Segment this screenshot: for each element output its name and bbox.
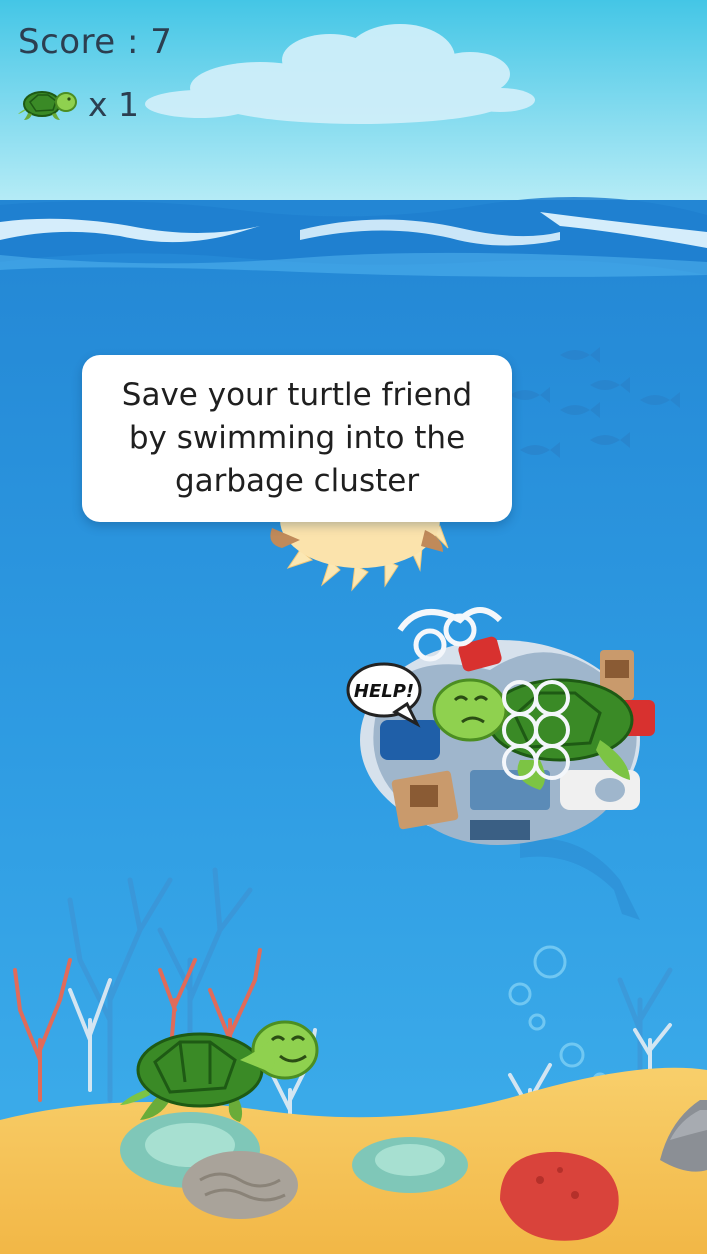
turtle-icon [18,91,77,120]
lives-count: x 1 [88,84,140,124]
game-scene: HELP! [0,0,707,1254]
brain-coral [182,1151,298,1219]
score-display: Score : 7 [18,22,173,62]
tutorial-tooltip: Save your turtle friend by swimming into… [82,355,512,522]
lives-display: x 1 [18,82,139,126]
tutorial-message: Save your turtle friend by swimming into… [121,377,473,499]
help-text: HELP! [354,681,414,702]
